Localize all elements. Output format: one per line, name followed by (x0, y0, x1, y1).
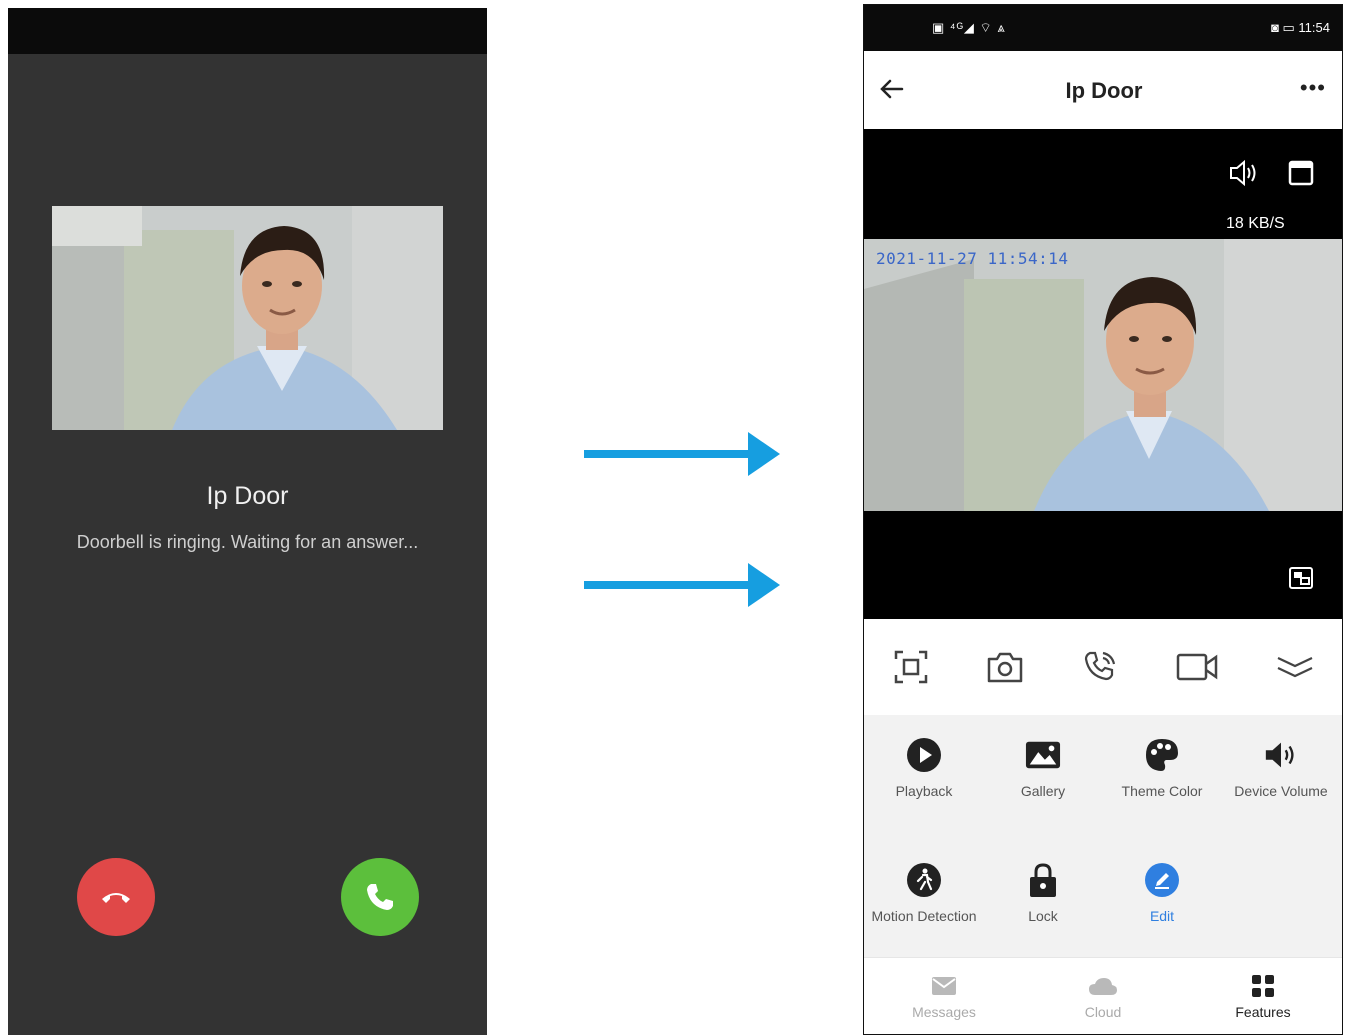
speaker-icon[interactable] (1228, 159, 1260, 187)
live-video-area: 18 KB/S 2021-11-27 11:54:14 (864, 129, 1342, 619)
volume-icon (1265, 742, 1294, 768)
features-grid-icon (1252, 975, 1274, 997)
call-status-text: Doorbell is ringing. Waiting for an answ… (76, 532, 419, 552)
feature-gallery[interactable]: Gallery (988, 737, 1098, 800)
nav-messages[interactable]: Messages (884, 972, 1004, 1020)
caller-name: Ip Door (206, 482, 289, 510)
phone-icon (367, 884, 393, 910)
video-timestamp: 2021-11-27 11:54:14 (876, 249, 1069, 268)
decline-call-button[interactable] (77, 858, 155, 936)
app-header: Ip Door ••• (864, 51, 1342, 129)
feature-label: Edit (1149, 908, 1175, 924)
feature-label: Gallery (1020, 783, 1066, 799)
answer-call-button[interactable] (341, 858, 419, 936)
feature-theme-color[interactable]: Theme Color (1107, 737, 1217, 800)
gallery-icon (1025, 741, 1061, 769)
feature-playback[interactable]: Playback (869, 737, 979, 800)
doorbell-video-preview (52, 206, 443, 430)
features-panel: Playback Gallery Theme Color Device Volu… (864, 715, 1342, 957)
record-video-icon[interactable] (1176, 652, 1218, 682)
messages-icon (932, 977, 956, 995)
nav-label: Cloud (1084, 1004, 1122, 1020)
feature-device-volume[interactable]: Device Volume (1226, 737, 1336, 800)
feature-label: Device Volume (1234, 783, 1328, 799)
cloud-icon (1089, 978, 1117, 995)
motion-icon (907, 863, 941, 897)
feature-label: Playback (895, 783, 953, 799)
palette-icon (1146, 739, 1178, 771)
hang-up-icon (102, 893, 130, 903)
status-icons-right: ◙ ▭ 11:54 (1271, 20, 1330, 35)
more-options-icon[interactable]: ••• (1300, 75, 1326, 101)
play-circle-icon (907, 738, 941, 772)
edit-icon (1145, 863, 1179, 897)
feature-label: Theme Color (1121, 783, 1203, 799)
nav-label: Messages (912, 1004, 976, 1020)
feature-lock[interactable]: Lock (988, 862, 1098, 925)
fullscreen-icon[interactable] (1288, 159, 1314, 187)
picture-in-picture-icon[interactable] (1288, 565, 1314, 591)
status-bar: ▣ ⁴ᴳ◢ ⌔ ⩓ ◙ ▭ 11:54 (864, 5, 1342, 51)
page-title: Ip Door (1065, 78, 1143, 103)
status-icons-left: ▣ ⁴ᴳ◢ ⌔ ⩓ (932, 20, 1006, 35)
feature-motion-detection[interactable]: Motion Detection (869, 862, 979, 925)
nav-features[interactable]: Features (1203, 972, 1323, 1020)
lock-icon (1030, 863, 1056, 897)
collapse-chevron-icon[interactable] (1275, 652, 1315, 682)
incoming-call-screen: Ip Door Doorbell is ringing. Waiting for… (8, 8, 487, 1035)
nav-cloud[interactable]: Cloud (1043, 972, 1163, 1020)
feature-edit[interactable]: Edit (1107, 862, 1217, 925)
live-view-screen: ▣ ⁴ᴳ◢ ⌔ ⩓ ◙ ▭ 11:54 Ip Door ••• 18 KB/S (863, 4, 1343, 1035)
feature-label: Motion Detection (871, 908, 977, 924)
screenshot-icon[interactable] (893, 649, 929, 685)
camera-icon[interactable] (986, 650, 1024, 684)
right-arrow-icon (584, 432, 780, 476)
intercom-call-icon[interactable] (1082, 649, 1118, 685)
bitrate-label: 18 KB/S (1226, 215, 1285, 232)
nav-label: Features (1235, 1004, 1291, 1020)
video-control-bar (864, 619, 1342, 715)
doorbell-live-feed: 2021-11-27 11:54:14 (864, 239, 1342, 511)
bottom-navigation: Messages Cloud Features (864, 957, 1342, 1034)
feature-label: Lock (1028, 908, 1058, 924)
right-arrow-icon (584, 563, 780, 607)
status-bar (8, 8, 487, 54)
